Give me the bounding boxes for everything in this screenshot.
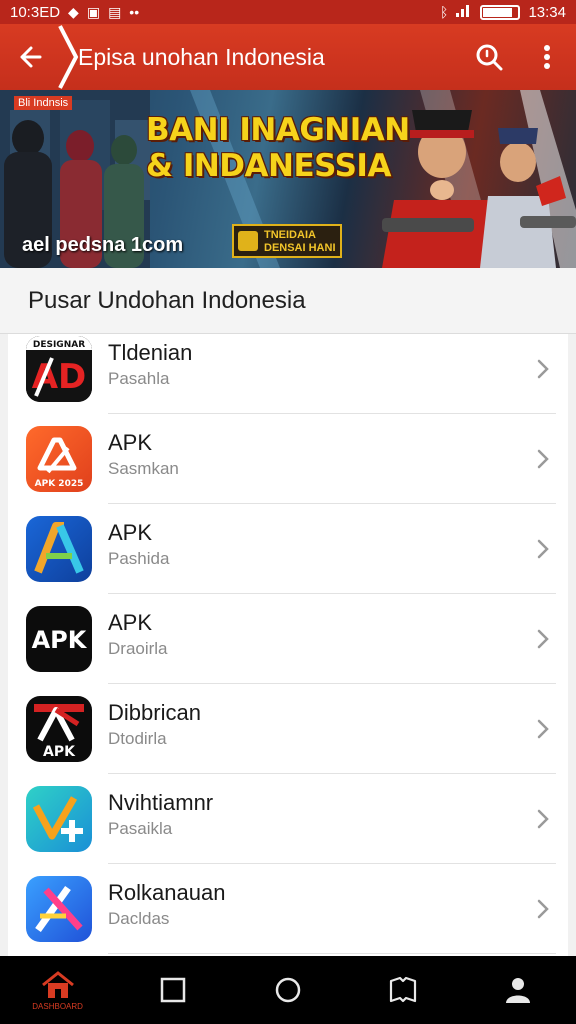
circle-icon [275,977,301,1003]
app-name: Dibbrican [108,700,201,725]
book-icon [390,976,417,1003]
banner-badge: TNEIDAIA DENSAI HANI [232,224,342,258]
app-name: APK [108,430,153,455]
black-apk-text-icon: APK [26,606,92,672]
blue-x-icon [26,876,92,942]
chevron-right-icon [537,449,549,469]
nav-profile[interactable] [478,956,558,1024]
profile-icon [506,978,531,1003]
app-name: Nvihtiamnr [108,790,214,815]
chevron-right-icon [58,25,79,89]
app-text: Nvihtiamnr Pasaikla [108,790,213,840]
icon1-top-text: DESIGNAR [33,340,85,350]
icon2-bottom-text: APK 2025 [35,479,84,489]
square-icon [160,977,186,1003]
app-name: APK [108,520,153,545]
nav-home-label: DASHBOARD [32,1001,83,1011]
app-subtitle: Pasahla [108,369,170,388]
app-text: APK Sasmkan [108,430,179,480]
section-header: Pusar Undohan Indonesia [0,268,576,334]
list-item[interactable]: Nvihtiamnr Pasaikla [8,774,568,864]
arrow-left-icon [20,46,42,68]
app-name: APK [108,610,153,635]
black-red-apk-icon: APK [26,696,92,762]
search-icon [476,44,503,71]
list-item[interactable]: APK APK Draoirla [8,594,568,684]
divider [108,953,556,954]
more-vertical-icon [544,45,550,69]
banner-tag: Bli Indnsis [14,96,73,110]
search-button[interactable] [460,24,518,90]
teal-plus-icon [26,786,92,852]
nav-square[interactable] [133,956,213,1024]
nav-circle[interactable] [248,956,328,1024]
section-title: Pusar Undohan Indonesia [28,286,306,314]
bluetooth-icon: ᛒ [440,4,449,20]
app-list: DESIGNAR AD Tldenian Pasahla APK 2025 AP… [0,334,576,956]
app-bar-actions [460,24,576,90]
battery-icon [480,4,521,20]
black-red-ad-icon: DESIGNAR AD [26,336,92,402]
app-text: Rolkanauan Dacldas [108,880,225,930]
chevron-right-icon [537,629,549,649]
chevron-right-icon [537,809,549,829]
photo-icon: ▤ [108,4,122,20]
chevron-right-icon [537,899,549,919]
chevron-right-icon [537,359,549,379]
banner-headline-line1: BANI INAGNIAN [146,112,410,148]
list-item[interactable]: APK 2025 APK Sasmkan [8,414,568,504]
app-text: Tldenian Pasahla [108,340,192,390]
battery-fill [483,7,513,17]
app-name: Rolkanauan [108,880,226,905]
app-name: Tldenian [108,340,193,365]
nav-book[interactable] [363,956,443,1024]
icon5-main-text: APK [43,744,76,760]
orange-apk-icon: APK 2025 [26,426,92,492]
list-item[interactable]: APK Pashida [8,504,568,594]
status-time-left: 10:3ED [10,3,61,21]
promo-banner[interactable]: Bli Indnsis BANI INAGNIAN & INDANESSIA a… [0,90,576,268]
banner-headline-line2: & INDANESSIA [146,148,391,184]
diamond-icon: ◆ [68,4,79,20]
app-subtitle: Draoirla [108,639,168,658]
banner-badge-line2: DENSAI HANI [264,242,336,254]
status-time-right: 13:34 [528,3,566,21]
badge-logo-icon [238,231,258,251]
app-subtitle: Pasaikla [108,819,173,838]
status-bar: 10:3ED ◆ ▣ ▤ •• ᛒ 13:34 [0,0,576,24]
list-item[interactable]: APK Dibbrican Dtodirla [8,684,568,774]
chevron-right-icon [537,719,549,739]
app-text: APK Pashida [108,520,169,570]
home-icon [41,970,74,998]
chevron-right-icon [537,539,549,559]
icon4-main-text: APK [32,626,88,654]
app-text: Dibbrican Dtodirla [108,700,201,750]
app-bar: Episa unohan Indonesia [0,24,576,90]
back-button[interactable] [0,24,60,90]
app-subtitle: Dacldas [108,909,170,928]
overflow-menu-button[interactable] [518,24,576,90]
nav-home[interactable]: DASHBOARD [18,956,98,1024]
app-icon: ▣ [86,4,101,20]
app-subtitle: Pashida [108,549,170,568]
signal-icon [456,3,472,21]
list-item[interactable]: Rolkanauan Dacldas [8,864,568,954]
banner-badge-line1: TNEIDAIA [264,229,316,241]
app-bar-title: Episa unohan Indonesia [78,43,325,70]
app-subtitle: Dtodirla [108,729,167,748]
banner-headline: BANI INAGNIAN & INDANESSIA [146,112,416,184]
status-right: ᛒ 13:34 [440,3,566,21]
banner-site-text: ael pedsna 1com [22,234,184,256]
bottom-nav: DASHBOARD [0,956,576,1024]
status-left: 10:3ED ◆ ▣ ▤ •• [10,4,139,21]
app-text: APK Draoirla [108,610,168,660]
app-subtitle: Sasmkan [108,459,179,478]
blue-a-icon [26,516,92,582]
list-item[interactable]: DESIGNAR AD Tldenian Pasahla [8,334,568,414]
more-dots-icon: •• [129,4,140,20]
